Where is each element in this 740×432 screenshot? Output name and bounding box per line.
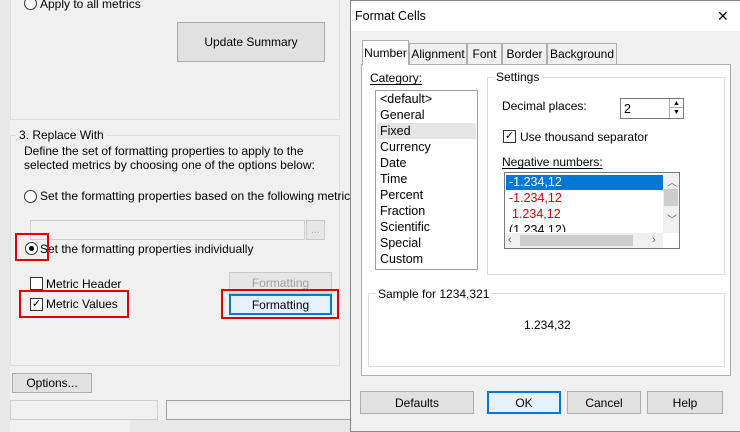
metric-field[interactable] — [30, 220, 305, 240]
tab-font[interactable]: Font — [467, 43, 502, 64]
thousand-separator-label: Use thousand separator — [520, 130, 649, 144]
category-item[interactable]: Special — [380, 236, 421, 250]
category-item[interactable]: Custom — [380, 252, 423, 266]
negative-numbers-label: Negative numbers: — [502, 155, 603, 169]
category-list[interactable]: <default> General Fixed Currency Date Ti… — [375, 90, 478, 270]
options-button[interactable]: Options... — [12, 373, 92, 393]
number-tab-panel: Category: <default> General Fixed Curren… — [361, 64, 731, 376]
defaults-button[interactable]: Defaults — [360, 391, 474, 414]
negative-list-hscrollbar[interactable]: ‹ › — [505, 233, 663, 248]
tab-border[interactable]: Border — [502, 43, 547, 64]
spinner-buttons[interactable]: ▲ ▼ — [669, 99, 683, 118]
tab-alignment[interactable]: Alignment — [409, 43, 467, 64]
category-item[interactable]: <default> — [380, 92, 432, 106]
hscroll-thumb[interactable] — [520, 235, 633, 246]
category-item[interactable]: Fraction — [380, 204, 425, 218]
spinner-down-icon[interactable]: ▼ — [670, 108, 683, 118]
bottom-strip — [130, 420, 350, 432]
close-icon[interactable]: ✕ — [717, 8, 729, 25]
decimal-places-value: 2 — [624, 102, 631, 116]
sample-label: Sample for 1234,321 — [376, 287, 492, 301]
metric-header-checkbox[interactable] — [30, 277, 43, 290]
category-item[interactable]: Currency — [380, 140, 431, 154]
option-metric-radio[interactable] — [24, 190, 37, 203]
section-description: Define the set of formatting properties … — [24, 144, 315, 172]
scroll-down-icon[interactable]: ﹀ — [667, 211, 677, 226]
format-cells-dialog: Format Cells ✕ Number Alignment Font Bor… — [350, 0, 740, 432]
dialog-titlebar: Format Cells ✕ — [351, 1, 740, 31]
category-item[interactable]: Date — [380, 156, 406, 170]
scroll-thumb[interactable] — [664, 189, 678, 206]
decimal-places-label: Decimal places: — [502, 99, 587, 113]
update-summary-button[interactable]: Update Summary — [177, 22, 325, 62]
decimal-places-spinner[interactable]: 2 ▲ ▼ — [620, 98, 684, 119]
cancel-button[interactable]: Cancel — [567, 391, 641, 414]
background-window: Apply to all metrics Update Summary 3. R… — [0, 0, 350, 432]
ok-button[interactable]: OK — [487, 391, 561, 414]
option-metric-label: Set the formatting properties based on t… — [40, 189, 351, 203]
category-item[interactable]: Percent — [380, 188, 423, 202]
sample-value: 1.234,32 — [524, 318, 571, 332]
settings-label: Settings — [494, 70, 542, 84]
highlight-metric-values — [19, 290, 129, 318]
dialog-title: Format Cells — [355, 9, 426, 23]
negative-format-item[interactable]: 1.234,12 — [509, 207, 561, 221]
category-item[interactable]: Time — [380, 172, 407, 186]
option-individual-label: Set the formatting properties individual… — [40, 242, 254, 256]
status-field-left — [10, 400, 158, 420]
scroll-up-icon[interactable]: ︿ — [667, 174, 677, 189]
thousand-separator-checkbox[interactable]: ✓ — [503, 130, 516, 143]
section-title: 3. Replace With — [16, 128, 107, 142]
left-strip — [0, 0, 10, 432]
category-label: Category: — [370, 71, 423, 85]
negative-format-item[interactable]: -1.234,12 — [509, 191, 562, 205]
scroll-right-icon[interactable]: › — [652, 234, 656, 246]
negative-list-vscrollbar[interactable]: ︿ ﹀ — [663, 173, 679, 233]
negative-format-item-selected[interactable]: -1.234,12 — [509, 175, 562, 189]
apply-all-label: Apply to all metrics — [40, 0, 141, 11]
status-field-right — [166, 400, 350, 420]
metric-browse-button[interactable]: ... — [306, 220, 325, 240]
category-item[interactable]: Scientific — [380, 220, 430, 234]
tab-number[interactable]: Number — [362, 40, 409, 65]
category-item[interactable]: General — [380, 108, 424, 122]
negative-numbers-list[interactable]: -1.234,12 -1.234,12 1.234,12 (1.234,12) … — [504, 172, 680, 249]
scroll-left-icon[interactable]: ‹ — [508, 234, 512, 246]
metric-header-label: Metric Header — [46, 277, 122, 291]
tab-background[interactable]: Background — [547, 43, 617, 64]
spinner-up-icon[interactable]: ▲ — [670, 99, 683, 108]
category-item-selected[interactable]: Fixed — [380, 124, 411, 138]
highlight-individual-radio — [15, 233, 49, 261]
help-button[interactable]: Help — [647, 391, 723, 414]
negative-format-item[interactable]: (1.234,12) — [509, 223, 566, 232]
highlight-formatting-button — [221, 289, 339, 319]
